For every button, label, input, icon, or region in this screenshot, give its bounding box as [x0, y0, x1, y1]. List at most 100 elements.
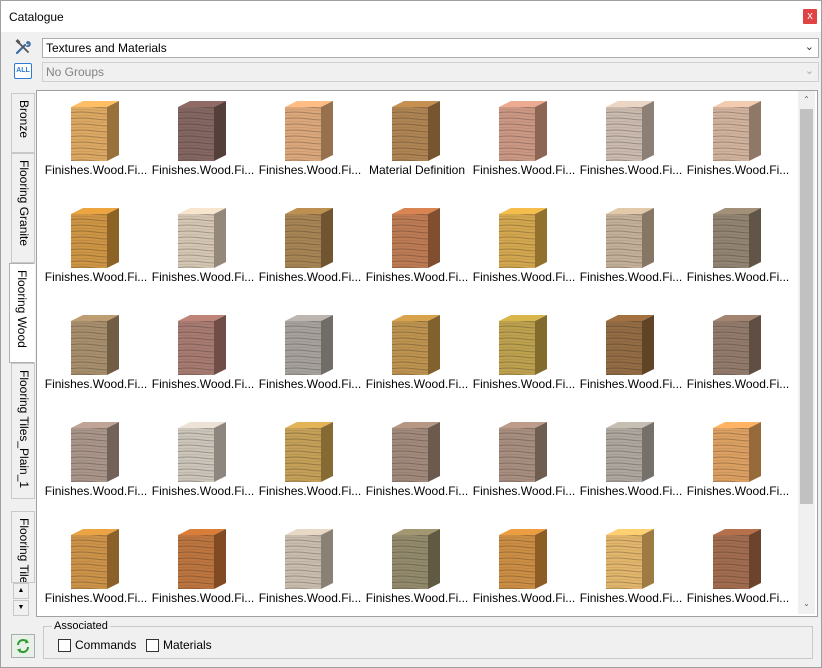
- wrench-screwdriver-icon[interactable]: [14, 38, 32, 56]
- material-cube-icon: [71, 101, 119, 161]
- refresh-button[interactable]: [11, 634, 35, 658]
- catalogue-item[interactable]: Finishes.Wood.Fi...: [150, 311, 257, 418]
- catalogue-item[interactable]: Finishes.Wood.Fi...: [364, 418, 471, 525]
- catalogue-item[interactable]: Finishes.Wood.Fi...: [685, 525, 792, 632]
- catalogue-item[interactable]: Finishes.Wood.Fi...: [578, 97, 685, 204]
- catalogue-item-label: Finishes.Wood.Fi...: [258, 591, 362, 605]
- catalogue-item[interactable]: Finishes.Wood.Fi...: [43, 525, 150, 632]
- catalogue-item[interactable]: Finishes.Wood.Fi...: [471, 418, 578, 525]
- checkbox-box[interactable]: [146, 638, 159, 652]
- catalogue-item[interactable]: Finishes.Wood.Fi...: [257, 525, 364, 632]
- material-cube-icon: [71, 529, 119, 589]
- catalog-select[interactable]: Textures and Materials ⌄: [42, 38, 819, 58]
- material-cube-icon: [606, 315, 654, 375]
- material-cube-icon: [713, 529, 761, 589]
- catalogue-item-label: Material Definition: [368, 163, 466, 177]
- catalogue-item-label: Finishes.Wood.Fi...: [686, 163, 790, 177]
- material-cube-icon: [499, 315, 547, 375]
- catalogue-item[interactable]: Finishes.Wood.Fi...: [364, 525, 471, 632]
- catalogue-item[interactable]: Finishes.Wood.Fi...: [364, 311, 471, 418]
- catalogue-item[interactable]: Finishes.Wood.Fi...: [364, 204, 471, 311]
- catalogue-item[interactable]: Finishes.Wood.Fi...: [257, 311, 364, 418]
- catalogue-item[interactable]: Finishes.Wood.Fi...: [150, 204, 257, 311]
- catalogue-item[interactable]: Finishes.Wood.Fi...: [43, 97, 150, 204]
- catalogue-item[interactable]: Finishes.Wood.Fi...: [150, 525, 257, 632]
- tab-flooring-granite[interactable]: Flooring Granite: [11, 153, 35, 263]
- material-cube-icon: [71, 208, 119, 268]
- refresh-icon: [17, 639, 29, 653]
- material-cube-icon: [285, 315, 333, 375]
- catalogue-item[interactable]: Finishes.Wood.Fi...: [471, 204, 578, 311]
- category-tabs: Bronze Flooring Granite Flooring Wood Fl…: [9, 91, 35, 616]
- tab-flooring-wood[interactable]: Flooring Wood: [9, 263, 35, 363]
- catalogue-item-label: Finishes.Wood.Fi...: [258, 484, 362, 498]
- material-cube-icon: [178, 208, 226, 268]
- catalogue-item[interactable]: Finishes.Wood.Fi...: [685, 204, 792, 311]
- tab-flooring-tile[interactable]: Flooring Tile: [11, 511, 35, 583]
- materials-checkbox[interactable]: Materials: [146, 638, 212, 652]
- catalogue-item[interactable]: Finishes.Wood.Fi...: [685, 418, 792, 525]
- tab-flooring-tiles-plain-1[interactable]: Flooring Tiles_Plain_1: [11, 363, 35, 499]
- catalogue-item-label: Finishes.Wood.Fi...: [151, 484, 255, 498]
- all-groups-icon[interactable]: ALL: [14, 62, 32, 80]
- vertical-scrollbar[interactable]: ⌃ ⌄: [798, 91, 815, 614]
- catalogue-item-label: Finishes.Wood.Fi...: [472, 484, 576, 498]
- catalogue-item[interactable]: Finishes.Wood.Fi...: [471, 97, 578, 204]
- tab-scroll-down-button[interactable]: ▼: [13, 600, 29, 616]
- catalogue-item[interactable]: Finishes.Wood.Fi...: [471, 525, 578, 632]
- catalogue-item-label: Finishes.Wood.Fi...: [579, 591, 683, 605]
- material-cube-icon: [285, 208, 333, 268]
- catalogue-item[interactable]: Finishes.Wood.Fi...: [43, 204, 150, 311]
- associated-group-title: Associated: [52, 620, 110, 632]
- tab-label: Flooring Granite: [17, 160, 31, 247]
- material-cube-icon: [392, 208, 440, 268]
- commands-label: Commands: [75, 638, 137, 652]
- material-cube-icon: [713, 315, 761, 375]
- close-button[interactable]: x: [803, 9, 817, 24]
- material-cube-icon: [499, 529, 547, 589]
- material-cube-icon: [713, 101, 761, 161]
- catalogue-item-label: Finishes.Wood.Fi...: [258, 163, 362, 177]
- checkbox-box[interactable]: [58, 638, 71, 652]
- scroll-thumb[interactable]: [800, 109, 813, 504]
- catalogue-item[interactable]: Finishes.Wood.Fi...: [43, 311, 150, 418]
- catalogue-item[interactable]: Finishes.Wood.Fi...: [578, 525, 685, 632]
- scroll-up-icon[interactable]: ⌃: [800, 93, 813, 107]
- material-cube-icon: [178, 315, 226, 375]
- catalogue-item[interactable]: Material Definition: [364, 97, 471, 204]
- catalogue-item-label: Finishes.Wood.Fi...: [44, 163, 148, 177]
- catalogue-item[interactable]: Finishes.Wood.Fi...: [578, 204, 685, 311]
- catalogue-item[interactable]: Finishes.Wood.Fi...: [150, 418, 257, 525]
- material-cube-icon: [71, 315, 119, 375]
- tab-scroll-up-button[interactable]: ▲: [13, 583, 29, 599]
- material-cube-icon: [392, 315, 440, 375]
- catalogue-item[interactable]: Finishes.Wood.Fi...: [43, 418, 150, 525]
- material-cube-icon: [178, 529, 226, 589]
- catalogue-item[interactable]: Finishes.Wood.Fi...: [685, 311, 792, 418]
- catalogue-item-label: Finishes.Wood.Fi...: [686, 484, 790, 498]
- catalogue-item[interactable]: Finishes.Wood.Fi...: [257, 418, 364, 525]
- material-cube-icon: [606, 422, 654, 482]
- catalogue-item[interactable]: Finishes.Wood.Fi...: [578, 311, 685, 418]
- group-select[interactable]: No Groups ⌄: [42, 62, 819, 82]
- catalogue-item[interactable]: Finishes.Wood.Fi...: [578, 418, 685, 525]
- catalogue-item[interactable]: Finishes.Wood.Fi...: [257, 204, 364, 311]
- tab-label: Flooring Tiles_Plain_1: [17, 370, 31, 489]
- catalogue-item-label: Finishes.Wood.Fi...: [472, 377, 576, 391]
- chevron-down-icon: ⌄: [804, 65, 814, 77]
- material-cube-icon: [606, 101, 654, 161]
- catalogue-item-label: Finishes.Wood.Fi...: [258, 270, 362, 284]
- tab-bronze[interactable]: Bronze: [11, 93, 35, 153]
- commands-checkbox[interactable]: Commands: [58, 638, 136, 652]
- catalogue-item-label: Finishes.Wood.Fi...: [686, 270, 790, 284]
- catalogue-item[interactable]: Finishes.Wood.Fi...: [471, 311, 578, 418]
- group-select-value: No Groups: [46, 65, 105, 79]
- catalogue-item-label: Finishes.Wood.Fi...: [365, 484, 469, 498]
- catalogue-items-panel: Finishes.Wood.Fi... Finishes.Wood.Fi... Fi…: [36, 90, 818, 617]
- catalogue-item[interactable]: Finishes.Wood.Fi...: [150, 97, 257, 204]
- catalogue-item[interactable]: Finishes.Wood.Fi...: [257, 97, 364, 204]
- scroll-down-icon[interactable]: ⌄: [800, 597, 813, 611]
- catalogue-item-label: Finishes.Wood.Fi...: [365, 270, 469, 284]
- catalogue-item[interactable]: Finishes.Wood.Fi...: [685, 97, 792, 204]
- catalogue-item-label: Finishes.Wood.Fi...: [44, 270, 148, 284]
